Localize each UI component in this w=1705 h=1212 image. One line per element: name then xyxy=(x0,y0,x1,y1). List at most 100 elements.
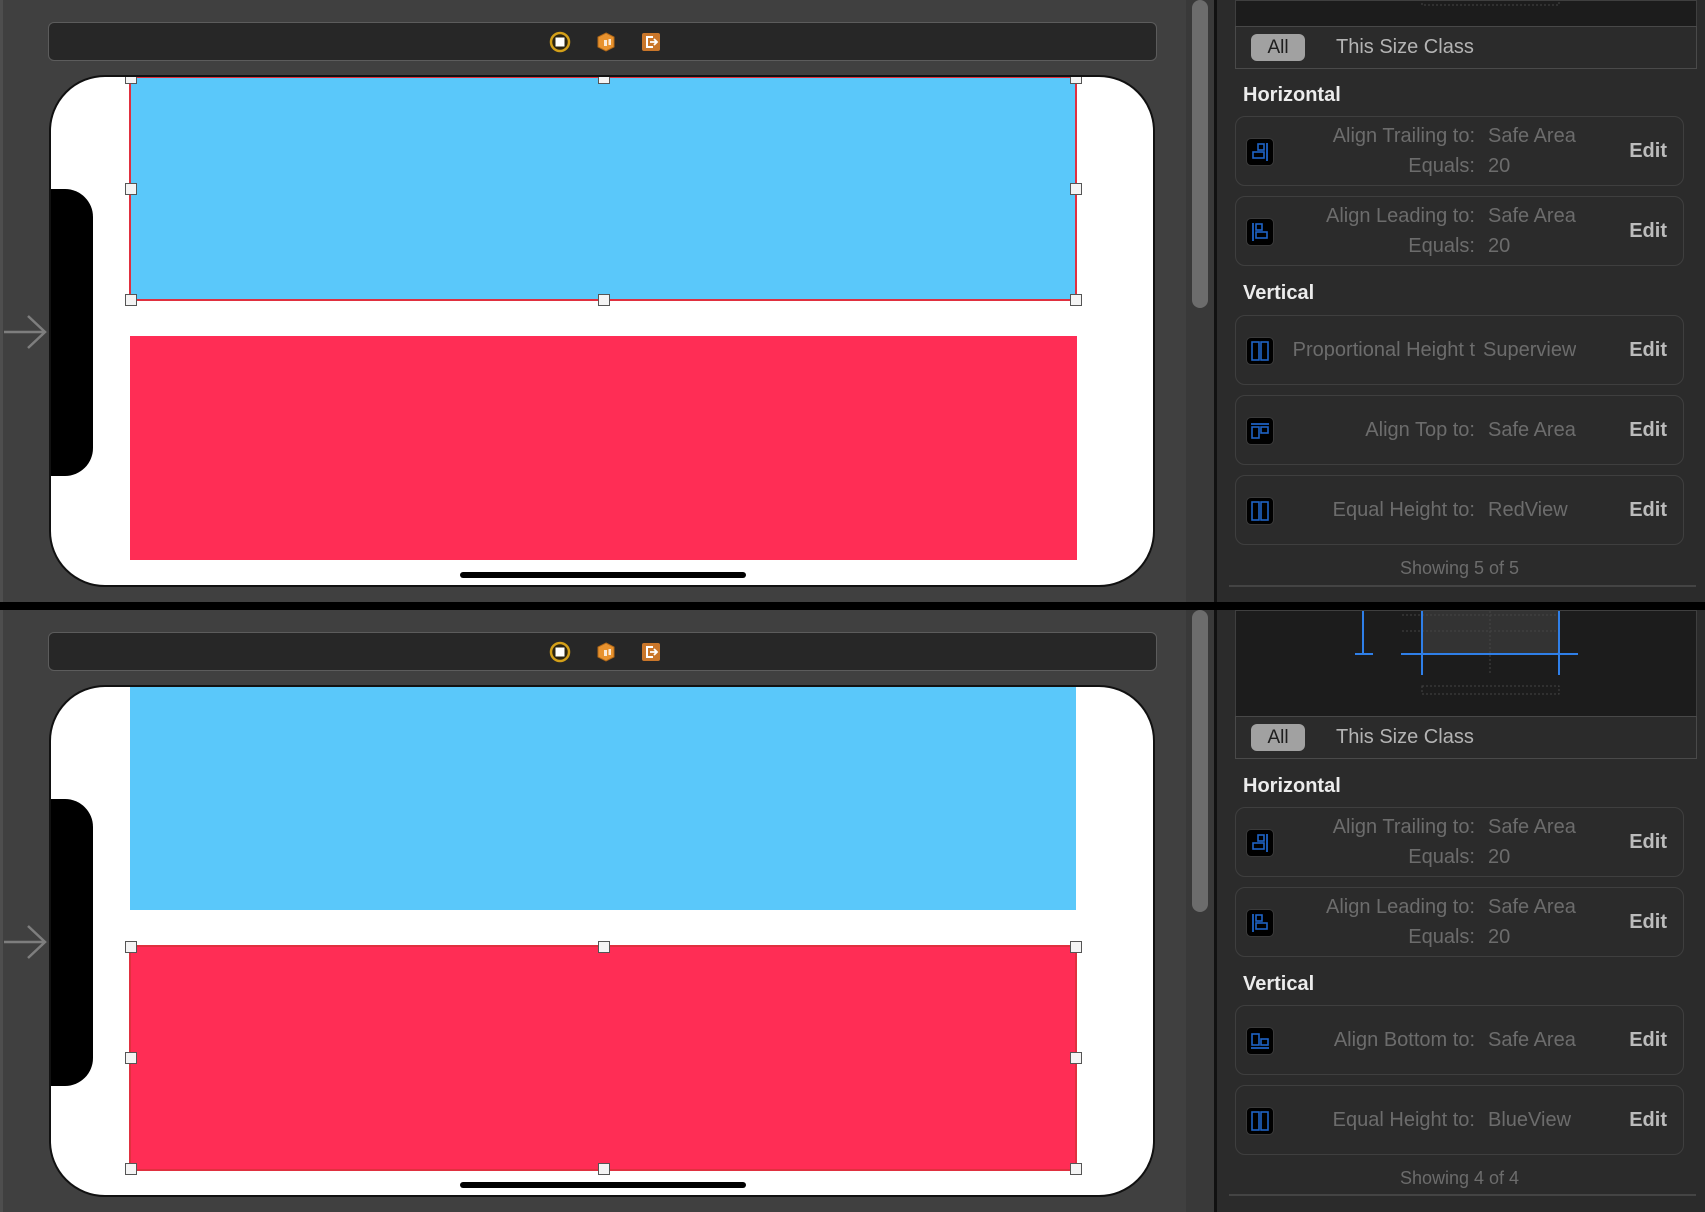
constraint-target: Safe Area xyxy=(1488,205,1576,227)
red-view[interactable] xyxy=(130,336,1077,560)
edit-button[interactable]: Edit xyxy=(1629,476,1667,544)
constraint-label: Align Leading to: xyxy=(1325,205,1475,227)
constraint-card: Align Leading to: Safe Area Equals: 20 Edi… xyxy=(1235,196,1684,266)
first-responder-icon[interactable] xyxy=(595,641,617,663)
align-leading-icon xyxy=(1246,909,1274,937)
blue-view[interactable] xyxy=(130,687,1076,910)
equal-height-icon xyxy=(1246,497,1274,525)
device-frame xyxy=(49,75,1155,587)
constant-label: Equals: xyxy=(1408,235,1475,257)
panel-rule xyxy=(1229,585,1696,587)
constant-label: Equals: xyxy=(1408,155,1475,177)
edit-button[interactable]: Edit xyxy=(1629,117,1667,185)
first-responder-icon[interactable] xyxy=(595,31,617,53)
constraint-target: BlueView xyxy=(1488,1109,1572,1131)
exit-icon[interactable] xyxy=(640,31,662,53)
constraint-label: Align Bottom to: xyxy=(1333,1029,1475,1051)
resize-handle[interactable] xyxy=(125,77,137,84)
constraint-target: RedView xyxy=(1488,499,1568,521)
vertical-scrollbar[interactable] xyxy=(1192,610,1208,912)
device-frame xyxy=(49,685,1155,1197)
constraint-filter: All This Size Class xyxy=(1235,26,1697,69)
resize-handle[interactable] xyxy=(1070,941,1082,953)
resize-handle[interactable] xyxy=(125,941,137,953)
constant-label: Equals: xyxy=(1408,846,1475,868)
device-notch xyxy=(51,799,93,1086)
section-horizontal: Horizontal xyxy=(1243,775,1341,797)
panel-rule xyxy=(1229,1194,1696,1196)
resize-handle[interactable] xyxy=(1070,77,1082,84)
constraint-preview xyxy=(1235,610,1697,716)
constraint-card: Align Trailing to: Safe Area Equals: 20 Ed… xyxy=(1235,116,1684,186)
constraint-card: Align Leading to: Safe Area Equals: 20 Edi… xyxy=(1235,887,1684,957)
screenshot-divider xyxy=(0,602,1705,610)
edit-button[interactable]: Edit xyxy=(1629,808,1667,876)
edit-button[interactable]: Edit xyxy=(1629,316,1667,384)
constraint-card: Equal Height to: BlueView Edit xyxy=(1235,1085,1684,1155)
vertical-scrollbar[interactable] xyxy=(1192,0,1208,308)
constraint-label: Align Top to: xyxy=(1365,419,1475,441)
resize-handle[interactable] xyxy=(598,77,610,84)
constant-value: 20 xyxy=(1488,235,1511,257)
edit-button[interactable]: Edit xyxy=(1629,1086,1667,1154)
resize-handle[interactable] xyxy=(1070,294,1082,306)
constant-value: 20 xyxy=(1488,846,1511,868)
proportional-height-icon xyxy=(1246,337,1274,365)
resize-handle[interactable] xyxy=(1070,1052,1082,1064)
resize-handle[interactable] xyxy=(125,1163,137,1175)
showing-count: Showing 5 of 5 xyxy=(1399,558,1520,578)
constraint-label: Align Trailing to: xyxy=(1332,816,1475,838)
edit-button[interactable]: Edit xyxy=(1629,1006,1667,1074)
section-vertical: Vertical xyxy=(1243,973,1315,995)
initial-scene-arrow-icon xyxy=(4,925,47,959)
constraint-target: Safe Area xyxy=(1488,1029,1576,1051)
showing-count: Showing 4 of 4 xyxy=(1399,1168,1520,1188)
filter-all-button[interactable]: All xyxy=(1251,724,1305,751)
exit-icon[interactable] xyxy=(640,641,662,663)
align-bottom-icon xyxy=(1246,1027,1274,1055)
constraint-target: Superview xyxy=(1483,339,1577,361)
size-inspector: All This Size Class Horizontal Align Tra… xyxy=(1217,610,1705,1212)
home-indicator xyxy=(460,572,746,578)
edit-button[interactable]: Edit xyxy=(1629,396,1667,464)
resize-handle[interactable] xyxy=(598,1163,610,1175)
storyboard-canvas[interactable] xyxy=(0,610,1214,1212)
view-controller-icon[interactable] xyxy=(549,641,571,663)
constraint-target: Safe Area xyxy=(1488,896,1576,918)
section-horizontal: Horizontal xyxy=(1243,84,1341,106)
constraint-card: Proportional Height t Superview Edit xyxy=(1235,315,1684,385)
constraint-filter: All This Size Class xyxy=(1235,716,1697,759)
resize-handle[interactable] xyxy=(125,1052,137,1064)
resize-handle[interactable] xyxy=(598,294,610,306)
constraint-card: Align Top to: Safe Area Edit xyxy=(1235,395,1684,465)
resize-handle[interactable] xyxy=(598,941,610,953)
view-controller-icon[interactable] xyxy=(549,31,571,53)
resize-handle[interactable] xyxy=(125,183,137,195)
constraint-preview xyxy=(1235,0,1697,26)
filter-all-button[interactable]: All xyxy=(1251,34,1305,61)
resize-handle[interactable] xyxy=(1070,183,1082,195)
constraint-card: Equal Height to: RedView Edit xyxy=(1235,475,1684,545)
filter-size-class-button[interactable]: This Size Class xyxy=(1336,724,1474,751)
constraint-label: Align Trailing to: xyxy=(1332,125,1475,147)
constraint-card: Align Bottom to: Safe Area Edit xyxy=(1235,1005,1684,1075)
align-trailing-icon xyxy=(1246,138,1274,166)
equal-height-icon xyxy=(1246,1107,1274,1135)
resize-handle[interactable] xyxy=(125,294,137,306)
filter-size-class-button[interactable]: This Size Class xyxy=(1336,34,1474,61)
constraint-target: Safe Area xyxy=(1488,816,1576,838)
resize-handle[interactable] xyxy=(1070,1163,1082,1175)
constant-label: Equals: xyxy=(1408,926,1475,948)
storyboard-pane-bottom: All This Size Class Horizontal Align Tra… xyxy=(0,610,1705,1212)
scene-dock xyxy=(48,632,1157,671)
constraint-label: Proportional Height t xyxy=(1292,339,1475,361)
storyboard-pane-top: All This Size Class Horizontal Align Tra… xyxy=(0,0,1705,602)
section-vertical: Vertical xyxy=(1243,282,1315,304)
edit-button[interactable]: Edit xyxy=(1629,197,1667,265)
blue-view[interactable] xyxy=(129,77,1077,301)
red-view[interactable] xyxy=(129,945,1077,1171)
storyboard-canvas[interactable] xyxy=(0,0,1214,602)
canvas-edge xyxy=(0,0,3,602)
preview-guides xyxy=(1355,610,1578,695)
edit-button[interactable]: Edit xyxy=(1629,888,1667,956)
